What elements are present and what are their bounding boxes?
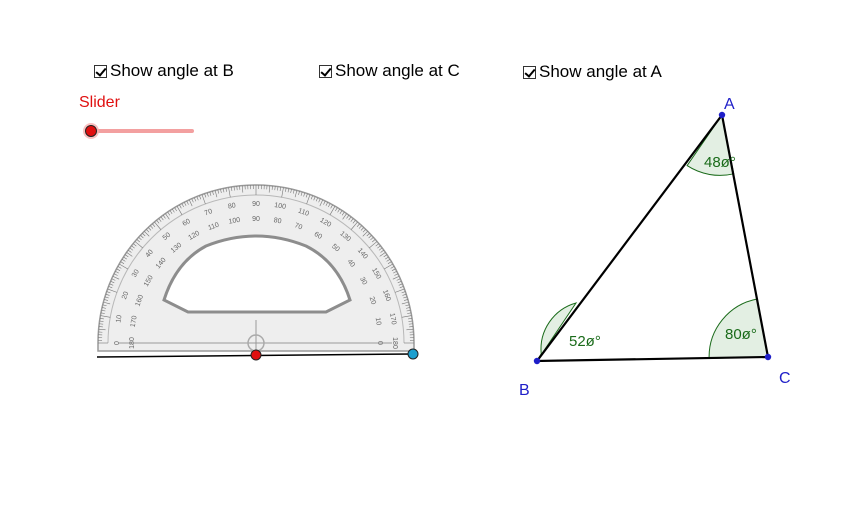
protractor-scale-label: 10	[115, 314, 123, 323]
vertex-c-point[interactable]	[764, 353, 772, 361]
slider[interactable]	[83, 123, 194, 139]
protractor: 01020304050607080 90 100110120130140150160…	[97, 184, 415, 352]
protractor-rotation-point[interactable]	[407, 348, 419, 360]
protractor-center-point[interactable]	[250, 349, 262, 361]
vertex-b-point[interactable]	[533, 357, 541, 365]
angle-c-label: 80ø°	[725, 326, 757, 343]
vertex-b-label: B	[519, 382, 530, 399]
protractor-scale-label: 80	[227, 202, 236, 210]
protractor-scale-label: 80	[273, 217, 282, 225]
protractor-scale-label: 180	[391, 337, 398, 349]
vertex-c-label: C	[779, 370, 791, 387]
protractor-scale-label: 90	[252, 216, 260, 223]
vertex-a-label: A	[724, 96, 735, 113]
angle-a-label: 48ø°	[704, 154, 736, 171]
slider-handle[interactable]	[85, 125, 97, 137]
angle-b-label: 52ø°	[569, 333, 601, 350]
triangle: 48ø° 52ø° 80ø° A B C	[519, 96, 791, 399]
protractor-scale-label: 10	[374, 317, 382, 326]
protractor-scale-label: 90	[252, 201, 260, 208]
geometry-canvas: 01020304050607080 90 100110120130140150160…	[83, 96, 791, 399]
